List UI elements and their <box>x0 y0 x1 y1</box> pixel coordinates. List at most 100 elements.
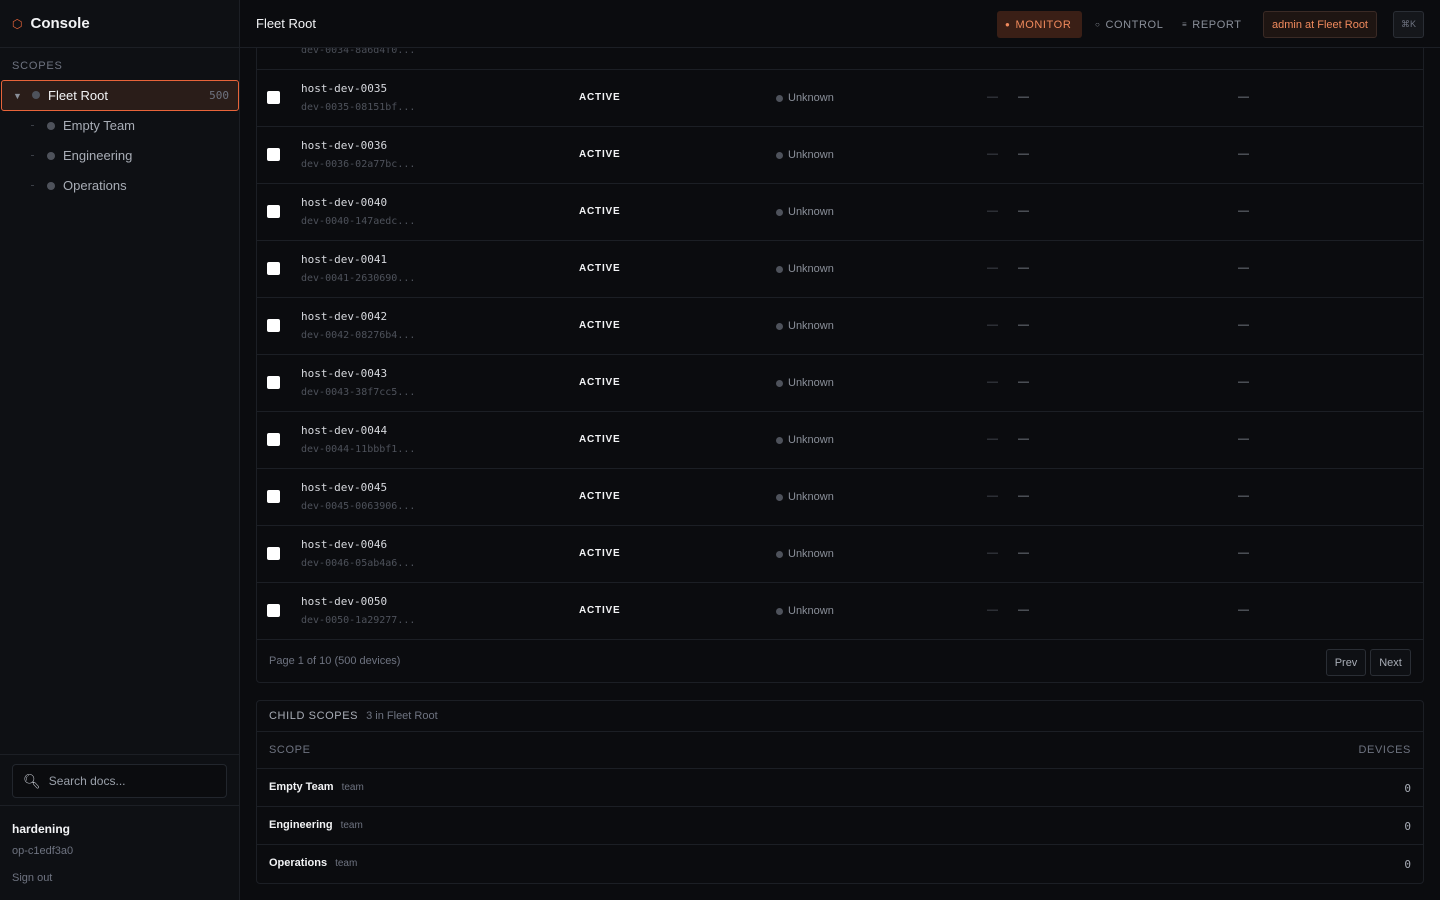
child-scope-name-cell: Engineering team <box>269 819 363 831</box>
row-select-checkbox[interactable] <box>267 604 280 617</box>
device-hostname: host-dev-0041 <box>301 253 388 266</box>
scope-device-count: 0 <box>1404 820 1411 833</box>
child-scope-rows: Empty Team team 0 Engineering team 0 Operation… <box>257 769 1423 883</box>
scope-dot-icon <box>47 152 55 160</box>
status-badge: ACTIVE <box>579 149 621 160</box>
device-hostname: host-dev-0036 <box>301 139 388 152</box>
scope-role-button[interactable]: admin at Fleet Root <box>1263 11 1377 38</box>
child-scope-row[interactable]: Operations team 0 <box>257 845 1423 883</box>
cell-empty: — <box>1018 205 1029 217</box>
health-label: Unknown <box>788 548 834 560</box>
status-badge: ACTIVE <box>579 320 621 331</box>
device-id: dev-0043-38f7cc5... <box>301 387 416 398</box>
device-id: dev-0042-08276b4... <box>301 330 416 341</box>
cell-empty: — <box>1238 205 1249 217</box>
table-row[interactable]: host-dev-0045 dev-0045-0063906... ACTIVE Un… <box>257 469 1423 526</box>
health-dot-icon <box>776 94 783 102</box>
tree-item-engineering[interactable]: Engineering <box>0 141 240 171</box>
health-label: Unknown <box>788 434 834 446</box>
search-icon: 🔍︎ <box>23 772 41 789</box>
health-label: Unknown <box>788 491 834 503</box>
tab-report[interactable]: ≡ REPORT <box>1174 11 1250 38</box>
health-label: Unknown <box>788 149 834 161</box>
table-row[interactable]: host-dev-0036 dev-0036-02a77bc... ACTIVE Un… <box>257 127 1423 184</box>
device-hostname: host-dev-0035 <box>301 82 388 95</box>
tree-item-label: Engineering <box>63 148 133 163</box>
health-dot-icon <box>776 493 783 501</box>
command-palette-button[interactable]: ⌘K <box>1393 11 1424 38</box>
status-badge: ACTIVE <box>579 206 621 217</box>
tab-monitor[interactable]: ● MONITOR <box>997 11 1082 38</box>
child-scope-row[interactable]: Empty Team team 0 <box>257 769 1423 807</box>
device-hostname: host-dev-0040 <box>301 196 388 209</box>
health-status: Unknown <box>776 548 834 560</box>
child-scopes-columns: SCOPE DEVICES <box>257 732 1423 769</box>
health-status: Unknown <box>776 605 834 617</box>
child-scope-name: Engineering <box>269 819 333 831</box>
row-select-checkbox[interactable] <box>267 262 280 275</box>
table-row[interactable]: host-dev-0042 dev-0042-08276b4... ACTIVE Un… <box>257 298 1423 355</box>
column-header-scope: SCOPE <box>269 744 311 756</box>
table-row[interactable]: host-dev-0050 dev-0050-1a29277... ACTIVE Un… <box>257 583 1423 640</box>
sign-out-link[interactable]: Sign out <box>12 872 73 884</box>
tab-label: REPORT <box>1192 18 1242 31</box>
docs-search-input[interactable] <box>48 774 209 788</box>
cell-empty: — <box>987 148 998 160</box>
tree-branch-icon <box>31 185 34 186</box>
user-block: hardening op-c1edf3a0 Sign out <box>12 822 73 884</box>
next-page-button[interactable]: Next <box>1370 649 1411 676</box>
table-row[interactable]: host-dev-0043 dev-0043-38f7cc5... ACTIVE Un… <box>257 355 1423 412</box>
health-dot-icon <box>776 151 783 159</box>
device-id: dev-0050-1a29277... <box>301 615 416 626</box>
health-dot-icon <box>776 550 783 558</box>
child-scope-row[interactable]: Engineering team 0 <box>257 807 1423 845</box>
table-row[interactable]: host-dev-0040 dev-0040-147aedc... ACTIVE Un… <box>257 184 1423 241</box>
circle-icon: ○ <box>1095 20 1101 29</box>
cell-empty: — <box>987 547 998 559</box>
device-hostname: host-dev-0042 <box>301 310 388 323</box>
cell-empty: — <box>1018 91 1029 103</box>
health-label: Unknown <box>788 605 834 617</box>
page-info: Page 1 of 10 (500 devices) <box>269 655 401 667</box>
health-status: Unknown <box>776 320 834 332</box>
cell-empty: — <box>1018 490 1029 502</box>
user-id: op-c1edf3a0 <box>12 845 74 857</box>
row-select-checkbox[interactable] <box>267 433 280 446</box>
status-badge: ACTIVE <box>579 92 621 103</box>
cell-empty: — <box>987 262 998 274</box>
topbar: Fleet Root ● MONITOR ○ CONTROL ≡ REPORT … <box>240 0 1440 48</box>
row-select-checkbox[interactable] <box>267 319 280 332</box>
tree-item-operations[interactable]: Operations <box>0 171 240 201</box>
device-id: dev-0041-2630690... <box>301 273 416 284</box>
cell-empty: — <box>1018 604 1029 616</box>
row-select-checkbox[interactable] <box>267 490 280 503</box>
device-id: dev-0040-147aedc... <box>301 216 416 227</box>
device-id: dev-0045-0063906... <box>301 501 416 512</box>
table-row[interactable]: host-dev-0044 dev-0044-11bbbf1... ACTIVE Un… <box>257 412 1423 469</box>
row-select-checkbox[interactable] <box>267 91 280 104</box>
tree-item-fleet-root[interactable]: ▼ Fleet Root 500 <box>1 80 239 111</box>
status-badge: ACTIVE <box>579 377 621 388</box>
record-dot-icon: ● <box>1005 20 1011 29</box>
row-select-checkbox[interactable] <box>267 547 280 560</box>
tree-item-empty-team[interactable]: Empty Team <box>0 111 240 141</box>
health-status: Unknown <box>776 377 834 389</box>
status-badge: ACTIVE <box>579 605 621 616</box>
prev-page-button[interactable]: Prev <box>1326 649 1366 676</box>
status-badge: ACTIVE <box>579 491 621 502</box>
docs-search-box[interactable]: 🔍︎ <box>12 764 227 798</box>
table-row[interactable]: host-dev-0035 dev-0035-08151bf... ACTIVE Un… <box>257 70 1423 127</box>
health-label: Unknown <box>788 206 834 218</box>
caret-down-icon[interactable]: ▼ <box>13 91 22 101</box>
health-label: Unknown <box>788 377 834 389</box>
row-select-checkbox[interactable] <box>267 376 280 389</box>
table-row[interactable]: host-dev-0041 dev-0041-2630690... ACTIVE Un… <box>257 241 1423 298</box>
tab-control[interactable]: ○ CONTROL <box>1087 11 1171 38</box>
scopes-heading: SCOPES <box>12 60 63 72</box>
table-row[interactable]: host-dev-0046 dev-0046-05ab4a6... ACTIVE Un… <box>257 526 1423 583</box>
scope-dot-icon <box>47 122 55 130</box>
status-badge: ACTIVE <box>579 434 621 445</box>
row-select-checkbox[interactable] <box>267 148 280 161</box>
device-hostname: host-dev-0043 <box>301 367 388 380</box>
row-select-checkbox[interactable] <box>267 205 280 218</box>
